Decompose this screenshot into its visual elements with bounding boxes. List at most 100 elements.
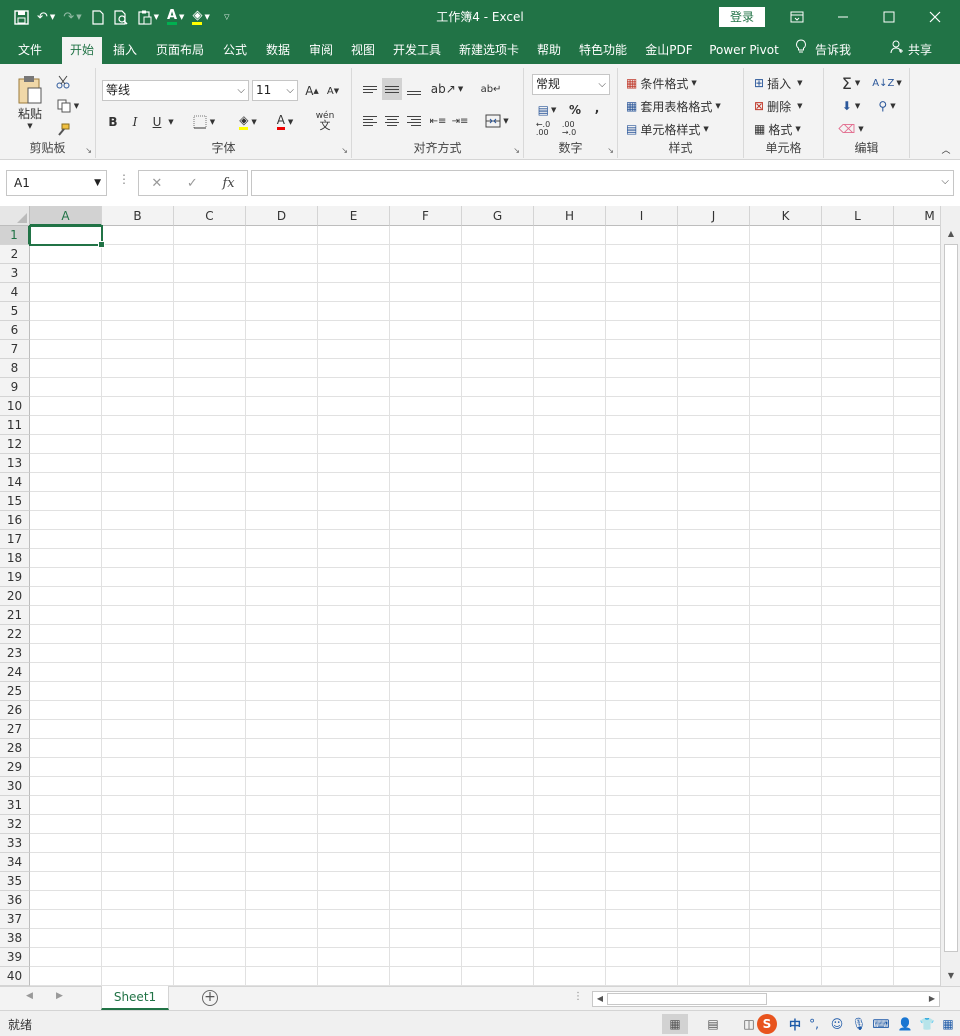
italic-button[interactable]: I [126, 112, 144, 132]
conditional-formatting-button[interactable]: ▦ 条件格式 ▼ [626, 72, 738, 94]
format-cells-button[interactable]: ▦ 格式 ▼ [754, 118, 818, 140]
customize-qat-button[interactable]: ▽ [215, 4, 237, 30]
row-header[interactable]: 11 [0, 416, 30, 435]
scroll-up-icon[interactable]: ▲ [943, 226, 959, 242]
paste-qat-button[interactable]: ▼ [135, 4, 162, 30]
align-top-icon[interactable] [360, 78, 380, 100]
tab-help[interactable]: 帮助 [531, 37, 567, 64]
underline-button[interactable]: U [148, 112, 166, 132]
accounting-format-button[interactable]: ▤ ▼ [532, 100, 562, 120]
row-header[interactable]: 32 [0, 815, 30, 834]
delete-cells-button[interactable]: ⊠ 删除 ▼ [754, 95, 818, 117]
expand-formula-bar-icon[interactable]: ⌵ [941, 176, 949, 187]
tell-me-box[interactable]: 告诉我 [795, 37, 851, 64]
tab-page-layout[interactable]: 页面布局 [150, 37, 210, 64]
login-button[interactable]: 登录 [719, 7, 765, 27]
insert-cells-button[interactable]: ⊞ 插入 ▼ [754, 72, 818, 94]
font-color-qat-button[interactable]: A ▼ [164, 4, 187, 30]
align-bottom-icon[interactable] [404, 78, 424, 100]
fill-button[interactable]: ⬇ ▼ [834, 95, 868, 117]
decrease-decimal-icon[interactable]: .00 →.0 [558, 120, 580, 138]
maximize-button[interactable] [866, 0, 912, 34]
autosum-button[interactable]: Σ ▼ [834, 72, 868, 94]
font-size-select[interactable]: 11 ⌵ [252, 80, 298, 101]
number-format-select[interactable]: 常规 ⌵ [532, 74, 610, 95]
row-header[interactable]: 20 [0, 587, 30, 606]
close-button[interactable] [912, 0, 958, 34]
row-header[interactable]: 7 [0, 340, 30, 359]
tab-file[interactable]: 文件 [10, 37, 50, 64]
tab-formulas[interactable]: 公式 [217, 37, 253, 64]
collapse-ribbon-button[interactable]: ︿ [938, 142, 954, 156]
toolbox-icon[interactable]: ▦ [940, 1014, 956, 1034]
row-header[interactable]: 18 [0, 549, 30, 568]
row-header[interactable]: 40 [0, 967, 30, 986]
tab-power-pivot[interactable]: Power Pivot [704, 37, 784, 64]
column-header[interactable]: L [822, 206, 894, 226]
column-header[interactable]: C [174, 206, 246, 226]
insert-function-button[interactable]: fx [222, 176, 234, 191]
cell-styles-button[interactable]: ▤ 单元格样式 ▼ [626, 118, 738, 140]
formula-input[interactable]: ⌵ [251, 170, 954, 196]
row-header[interactable]: 19 [0, 568, 30, 587]
find-select-button[interactable]: ⚲ ▼ [870, 95, 904, 117]
column-header[interactable]: I [606, 206, 678, 226]
row-header[interactable]: 27 [0, 720, 30, 739]
paste-button[interactable]: 粘贴 ▼ [10, 72, 50, 132]
cut-icon[interactable] [52, 72, 74, 92]
format-as-table-button[interactable]: ▦ 套用表格格式 ▼ [626, 95, 742, 117]
ime-language[interactable]: 中 [786, 1014, 804, 1034]
fill-color-qat-button[interactable]: ◈ ▼ [189, 4, 212, 30]
horizontal-scroll-thumb[interactable] [607, 993, 767, 1005]
row-header[interactable]: 25 [0, 682, 30, 701]
tab-developer[interactable]: 开发工具 [387, 37, 447, 64]
increase-indent-icon[interactable]: ⇥≡ [450, 110, 470, 132]
dialog-launcher-icon[interactable]: ↘ [607, 146, 614, 155]
row-header[interactable]: 13 [0, 454, 30, 473]
row-header[interactable]: 26 [0, 701, 30, 720]
vertical-scrollbar[interactable]: ▲ ▼ [940, 206, 960, 986]
emoji-icon[interactable]: ☺ [828, 1014, 846, 1034]
row-header[interactable]: 37 [0, 910, 30, 929]
column-header[interactable]: A [30, 206, 102, 226]
row-header[interactable]: 33 [0, 834, 30, 853]
horizontal-scrollbar[interactable]: ◀ ▶ [592, 991, 940, 1007]
vertical-scroll-thumb[interactable] [944, 244, 958, 952]
tab-special-features[interactable]: 特色功能 [573, 37, 633, 64]
row-header[interactable]: 31 [0, 796, 30, 815]
new-file-icon[interactable] [87, 4, 109, 30]
name-box[interactable]: A1 ▼ [6, 170, 107, 196]
scroll-right-icon[interactable]: ▶ [926, 992, 938, 1006]
row-header[interactable]: 1 [0, 226, 30, 245]
decrease-indent-icon[interactable]: ⇤≡ [428, 110, 448, 132]
align-center-icon[interactable] [382, 110, 402, 132]
decrease-font-size-icon[interactable]: A ▼ [324, 81, 342, 101]
clear-button[interactable]: ⌫ ▼ [834, 118, 868, 140]
column-header[interactable]: G [462, 206, 534, 226]
print-preview-icon[interactable] [111, 4, 133, 30]
column-header[interactable]: H [534, 206, 606, 226]
prev-sheet-icon[interactable]: ◀ [26, 991, 33, 1001]
row-header[interactable]: 6 [0, 321, 30, 340]
tab-data[interactable]: 数据 [260, 37, 296, 64]
next-sheet-icon[interactable]: ▶ [56, 991, 63, 1001]
row-header[interactable]: 39 [0, 948, 30, 967]
tab-split-grip[interactable]: ⋮ [573, 991, 583, 1002]
save-icon[interactable] [10, 4, 32, 30]
orientation-button[interactable]: ab↗ ▼ [430, 78, 464, 100]
cell-area[interactable] [30, 226, 940, 986]
scroll-down-icon[interactable]: ▼ [943, 968, 959, 984]
column-header[interactable]: F [390, 206, 462, 226]
page-layout-view-button[interactable]: ▤ [700, 1014, 726, 1034]
increase-decimal-icon[interactable]: ←.0.00 [532, 120, 554, 138]
percent-style-button[interactable]: % [566, 100, 584, 120]
minimize-button[interactable] [820, 0, 866, 34]
row-header[interactable]: 2 [0, 245, 30, 264]
row-header[interactable]: 36 [0, 891, 30, 910]
cancel-entry-icon[interactable]: ✕ [151, 176, 162, 191]
row-header[interactable]: 5 [0, 302, 30, 321]
redo-button[interactable]: ↷ ▼ [60, 4, 84, 30]
tab-kingsoft-pdf[interactable]: 金山PDF [640, 37, 698, 64]
share-button[interactable]: 共享 [890, 37, 932, 64]
confirm-entry-icon[interactable]: ✓ [187, 176, 198, 191]
